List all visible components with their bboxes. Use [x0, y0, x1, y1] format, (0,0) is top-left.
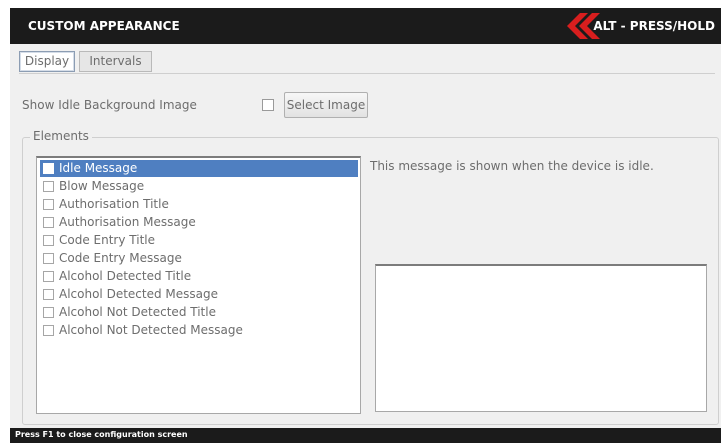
element-label: Code Entry Message	[59, 251, 182, 265]
element-label: Alcohol Detected Message	[59, 287, 218, 301]
idle-background-label: Show Idle Background Image	[22, 98, 197, 112]
list-item[interactable]: Alcohol Detected Message	[40, 286, 358, 303]
element-checkbox[interactable]	[43, 289, 54, 300]
content-panel: Display Intervals Show Idle Background I…	[10, 44, 721, 428]
tab-display[interactable]: Display	[19, 51, 75, 72]
element-label: Blow Message	[59, 179, 145, 193]
tab-intervals[interactable]: Intervals	[79, 51, 152, 72]
idle-background-checkbox[interactable]	[262, 99, 274, 111]
config-window: CUSTOM APPEARANCE ALT - PRESS/HOLD Displ…	[10, 8, 721, 443]
element-label: Authorisation Title	[59, 197, 169, 211]
status-bar-text: Press F1 to close configuration screen	[15, 430, 188, 439]
element-checkbox[interactable]	[43, 235, 54, 246]
element-label: Alcohol Not Detected Message	[59, 323, 243, 337]
list-item[interactable]: Code Entry Message	[40, 250, 358, 267]
window-title: CUSTOM APPEARANCE	[28, 19, 180, 33]
list-item[interactable]: Authorisation Title	[40, 196, 358, 213]
list-item[interactable]: Idle Message	[40, 160, 358, 177]
element-checkbox[interactable]	[43, 199, 54, 210]
element-checkbox[interactable]	[43, 163, 54, 174]
select-image-button[interactable]: Select Image	[284, 92, 368, 118]
element-label: Alcohol Detected Title	[59, 269, 192, 283]
element-label: Idle Message	[59, 161, 138, 175]
list-item[interactable]: Code Entry Title	[40, 232, 358, 249]
list-item[interactable]: Blow Message	[40, 178, 358, 195]
elements-group-label: Elements	[30, 129, 92, 143]
title-bar: CUSTOM APPEARANCE ALT - PRESS/HOLD	[10, 8, 721, 44]
element-checkbox[interactable]	[43, 181, 54, 192]
element-checkbox[interactable]	[43, 217, 54, 228]
element-description: This message is shown when the device is…	[370, 159, 654, 173]
list-item[interactable]: Alcohol Not Detected Title	[40, 304, 358, 321]
element-checkbox[interactable]	[43, 271, 54, 282]
element-label: Code Entry Title	[59, 233, 155, 247]
element-checkbox[interactable]	[43, 253, 54, 264]
list-item[interactable]: Alcohol Not Detected Message	[40, 322, 358, 339]
message-preview-box[interactable]	[375, 264, 707, 412]
element-label: Alcohol Not Detected Title	[59, 305, 216, 319]
element-label: Authorisation Message	[59, 215, 196, 229]
tab-divider	[19, 73, 715, 74]
alt-shortcut-hint: ALT - PRESS/HOLD	[593, 19, 715, 33]
element-checkbox[interactable]	[43, 325, 54, 336]
elements-list[interactable]: Idle Message Blow Message Authorisation Ti…	[36, 156, 361, 414]
list-item[interactable]: Alcohol Detected Title	[40, 268, 358, 285]
element-checkbox[interactable]	[43, 307, 54, 318]
list-item[interactable]: Authorisation Message	[40, 214, 358, 231]
